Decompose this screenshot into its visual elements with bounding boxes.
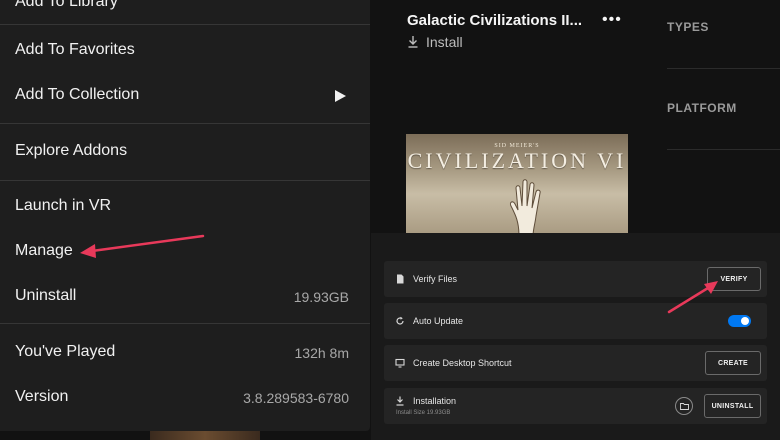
folder-icon — [679, 402, 689, 410]
more-options-icon[interactable]: ••• — [602, 11, 622, 29]
install-link[interactable]: Install — [408, 34, 463, 50]
filter-platform[interactable]: PLATFORM — [667, 101, 780, 115]
menu-item-uninstall[interactable]: Uninstall — [15, 287, 76, 305]
uninstall-size-value: 19.93GB — [293, 289, 349, 305]
monitor-icon — [395, 358, 405, 368]
menu-item-manage[interactable]: Manage — [15, 242, 73, 260]
download-icon — [396, 396, 404, 406]
file-icon — [397, 274, 404, 284]
verify-button[interactable]: VERIFY — [707, 267, 761, 291]
menu-item-add-to-collection[interactable]: Add To Collection — [15, 86, 139, 104]
menu-item-version: Version — [15, 388, 69, 405]
download-icon — [408, 36, 418, 48]
menu-item-launch-in-vr[interactable]: Launch in VR — [15, 197, 111, 215]
screen: Galactic Civilizations II... ••• Install… — [0, 0, 780, 440]
filter-types[interactable]: TYPES — [667, 20, 780, 34]
game-cover-image[interactable]: SID MEIER'S CIVILIZATION VI — [406, 134, 628, 234]
hand-illustration — [510, 179, 541, 234]
toggle-knob — [741, 317, 749, 325]
installation-row: Installation Install Size 19.93GB UNINST… — [384, 388, 767, 424]
refresh-icon — [396, 316, 404, 325]
desktop-shortcut-label: Create Desktop Shortcut — [413, 358, 512, 368]
auto-update-label: Auto Update — [413, 316, 464, 326]
verify-files-row: Verify Files VERIFY — [384, 261, 767, 297]
auto-update-toggle[interactable] — [728, 315, 751, 327]
install-size: Install Size 19.93GB — [396, 410, 451, 416]
open-folder-button[interactable] — [675, 397, 693, 415]
install-label: Install — [426, 34, 463, 50]
installation-label: Installation — [413, 396, 457, 406]
verify-files-label: Verify Files — [413, 274, 458, 284]
desktop-shortcut-row: Create Desktop Shortcut CREATE — [384, 345, 767, 381]
menu-divider — [0, 323, 370, 324]
version-value: 3.8.289583-6780 — [243, 390, 349, 406]
context-menu: Add To Library Add To Favorites Add To C… — [0, 0, 370, 431]
menu-item-add-to-favorites[interactable]: Add To Favorites — [15, 41, 135, 59]
menu-divider — [0, 180, 370, 181]
menu-item-explore-addons[interactable]: Explore Addons — [15, 142, 127, 160]
menu-item-played-time: You've Played — [15, 343, 116, 360]
filter-divider — [667, 68, 780, 69]
uninstall-button[interactable]: UNINSTALL — [704, 394, 761, 418]
manage-panel: Verify Files VERIFY Auto Update Create D… — [371, 233, 780, 440]
cover-title: CIVILIZATION VI — [407, 148, 627, 173]
create-shortcut-button[interactable]: CREATE — [705, 351, 761, 375]
background-thumbnail — [150, 431, 260, 440]
menu-divider — [0, 123, 370, 124]
menu-divider — [0, 24, 370, 25]
auto-update-row: Auto Update — [384, 303, 767, 339]
game-title[interactable]: Galactic Civilizations II... — [407, 12, 582, 29]
submenu-arrow-icon — [335, 90, 346, 102]
played-time-value: 132h 8m — [294, 345, 349, 361]
filter-divider — [667, 149, 780, 150]
menu-item-add-to-library[interactable]: Add To Library — [15, 0, 118, 11]
